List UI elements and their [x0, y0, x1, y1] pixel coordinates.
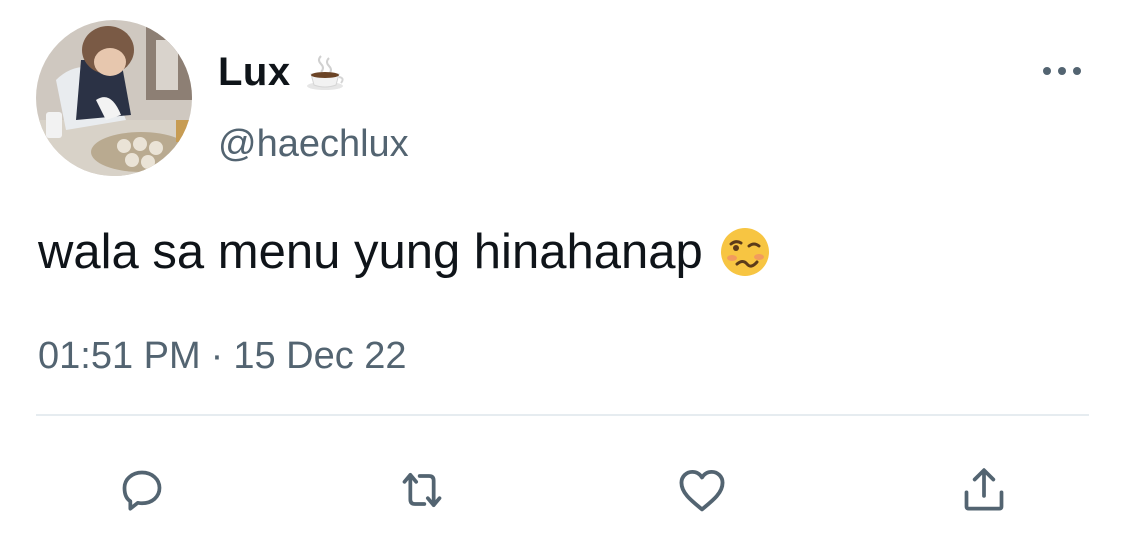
user-handle[interactable]: @haechlux [218, 122, 409, 166]
retweet-button[interactable] [392, 460, 452, 520]
share-button[interactable] [954, 460, 1014, 520]
more-options-button[interactable] [1038, 56, 1086, 86]
like-button[interactable] [672, 460, 732, 520]
tweet-text-row: wala sa menu yung hinahanap [38, 222, 771, 282]
tweet-timestamp[interactable]: 01:51 PM · 15 Dec 22 [38, 334, 407, 378]
tweet-time[interactable]: 01:51 PM [38, 335, 201, 377]
avatar[interactable] [36, 20, 192, 176]
reply-icon [122, 470, 162, 511]
timestamp-separator: · [210, 335, 224, 377]
like-icon [679, 469, 725, 512]
display-name-row[interactable]: Lux [218, 48, 347, 96]
retweet-icon [402, 472, 442, 508]
tweet-date[interactable]: 15 Dec 22 [233, 335, 406, 377]
coffee-cup-icon [303, 50, 347, 94]
reply-button[interactable] [112, 460, 172, 520]
avatar-photo [36, 20, 192, 176]
woozy-face-icon [719, 226, 771, 278]
divider [36, 414, 1089, 416]
display-name[interactable]: Lux [218, 48, 291, 96]
more-icon [1043, 67, 1081, 75]
share-icon [964, 468, 1004, 511]
tweet-text: wala sa menu yung hinahanap [38, 225, 703, 279]
